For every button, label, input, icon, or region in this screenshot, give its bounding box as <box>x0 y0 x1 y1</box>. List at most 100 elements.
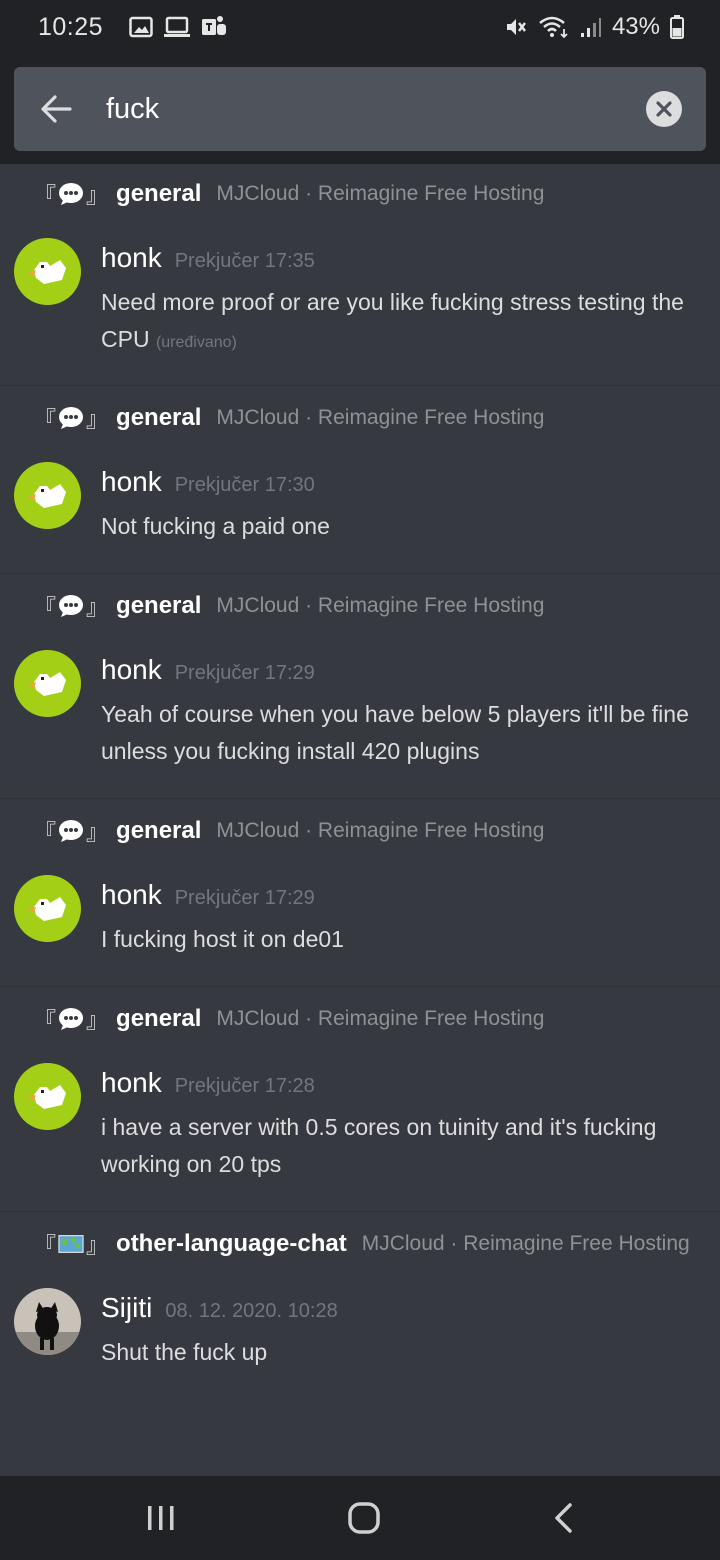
message-text: Yeah of course when you have below 5 pla… <box>101 701 689 764</box>
timestamp: 08. 12. 2020. 10:28 <box>165 1300 338 1322</box>
bracket-open: 『 <box>34 820 57 845</box>
author-line: honk Prekjučer 17:35 <box>101 242 315 274</box>
author-line: Sijiti 08. 12. 2020. 10:28 <box>101 1292 338 1324</box>
channel-name[interactable]: general <box>116 817 201 845</box>
laptop-icon <box>164 16 191 37</box>
battery-percent: 43% <box>611 13 660 40</box>
search-result[interactable]: 『 』 general MJCloud · Reimagine Free Hos… <box>0 987 720 1212</box>
search-result[interactable]: 『 』 other-language-chat MJCloud · Reimag… <box>0 1212 720 1392</box>
world-map-icon <box>58 1231 84 1257</box>
bracket-close: 』 <box>86 595 109 620</box>
gallery-icon <box>129 16 153 38</box>
author-name[interactable]: honk <box>101 466 162 498</box>
search-result[interactable]: 『 』 general MJCloud · Reimagine Free Hos… <box>0 799 720 987</box>
message-content: Not fucking a paid one <box>101 508 701 545</box>
channel-line: 『 』 general MJCloud · Reimagine Free Hos… <box>34 179 544 209</box>
guild-name: MJCloud · Reimagine Free Hosting <box>216 1007 545 1030</box>
message-text: Not fucking a paid one <box>101 513 330 539</box>
speech-bubble-icon <box>58 1006 84 1032</box>
author-name[interactable]: honk <box>101 654 162 686</box>
search-header: fuck <box>0 54 720 164</box>
wifi-icon <box>539 16 568 39</box>
channel-name[interactable]: general <box>116 180 201 208</box>
timestamp: Prekjučer 17:28 <box>174 1075 315 1097</box>
search-results: 『 』 general MJCloud · Reimagine Free Hos… <box>0 164 720 1392</box>
author-name[interactable]: honk <box>101 1067 162 1099</box>
message-text: I fucking host it on de01 <box>101 926 344 952</box>
duck-avatar <box>14 238 81 305</box>
channel-name[interactable]: general <box>116 404 201 432</box>
system-navigation-bar <box>0 1476 720 1560</box>
clear-search-button[interactable] <box>646 91 682 127</box>
author-line: honk Prekjučer 17:29 <box>101 879 315 911</box>
search-result[interactable]: 『 』 general MJCloud · Reimagine Free Hos… <box>0 386 720 574</box>
bracket-close: 』 <box>86 1008 109 1033</box>
channel-name[interactable]: general <box>116 1005 201 1033</box>
message-content: Need more proof or are you like fucking … <box>101 284 701 361</box>
duck-avatar <box>14 875 81 942</box>
author-line: honk Prekjučer 17:28 <box>101 1067 315 1099</box>
author-name[interactable]: honk <box>101 242 162 274</box>
channel-name[interactable]: general <box>116 592 201 620</box>
channel-line: 『 』 general MJCloud · Reimagine Free Hos… <box>34 403 544 433</box>
author-line: honk Prekjučer 17:29 <box>101 654 315 686</box>
avatar[interactable] <box>14 1063 81 1130</box>
bracket-close: 』 <box>86 820 109 845</box>
edited-label: (uređivano) <box>155 334 237 351</box>
bracket-open: 『 <box>34 595 57 620</box>
status-bar: 10:25 43% <box>0 0 720 54</box>
search-result[interactable]: 『 』 general MJCloud · Reimagine Free Hos… <box>0 574 720 799</box>
guild-name: MJCloud · Reimagine Free Hosting <box>216 594 545 617</box>
channel-name[interactable]: other-language-chat <box>116 1230 347 1258</box>
bracket-open: 『 <box>34 1008 57 1033</box>
avatar[interactable] <box>14 1288 81 1355</box>
message-content: I fucking host it on de01 <box>101 921 701 958</box>
bracket-close: 』 <box>86 407 109 432</box>
author-name[interactable]: honk <box>101 879 162 911</box>
bracket-open: 『 <box>34 407 57 432</box>
status-time: 10:25 <box>38 12 104 41</box>
search-bar[interactable]: fuck <box>14 67 706 151</box>
bracket-close: 』 <box>86 1233 109 1258</box>
signal-icon <box>580 18 601 37</box>
close-icon <box>656 101 672 117</box>
message-content: i have a server with 0.5 cores on tuinit… <box>101 1109 701 1183</box>
speech-bubble-icon <box>58 181 84 207</box>
teams-icon <box>202 16 227 35</box>
duck-avatar <box>14 1063 81 1130</box>
avatar[interactable] <box>14 238 81 305</box>
message-content: Yeah of course when you have below 5 pla… <box>101 696 701 770</box>
speech-bubble-icon <box>58 593 84 619</box>
bracket-open: 『 <box>34 183 57 208</box>
message-text: Shut the fuck up <box>101 1339 268 1365</box>
recent-apps-icon[interactable] <box>146 1504 176 1532</box>
speech-bubble-icon <box>58 818 84 844</box>
timestamp: Prekjučer 17:29 <box>174 887 315 909</box>
avatar[interactable] <box>14 462 81 529</box>
guild-name: MJCloud · Reimagine Free Hosting <box>216 819 545 842</box>
timestamp: Prekjučer 17:30 <box>174 474 315 496</box>
channel-line: 『 』 general MJCloud · Reimagine Free Hos… <box>34 816 544 846</box>
author-name[interactable]: Sijiti <box>101 1292 152 1324</box>
black-cat-avatar <box>14 1288 81 1355</box>
back-arrow-icon[interactable] <box>40 94 72 124</box>
message-content: Shut the fuck up <box>101 1334 701 1371</box>
home-icon[interactable] <box>347 1501 381 1535</box>
back-icon[interactable] <box>552 1502 574 1534</box>
timestamp: Prekjučer 17:29 <box>174 662 315 684</box>
message-text: i have a server with 0.5 cores on tuinit… <box>101 1114 657 1177</box>
bracket-open: 『 <box>34 1233 57 1258</box>
search-input[interactable]: fuck <box>106 93 646 126</box>
channel-line: 『 』 other-language-chat MJCloud · Reimag… <box>34 1229 690 1259</box>
author-line: honk Prekjučer 17:30 <box>101 466 315 498</box>
duck-avatar <box>14 462 81 529</box>
guild-name: MJCloud · Reimagine Free Hosting <box>361 1232 690 1255</box>
mute-icon <box>506 19 526 35</box>
speech-bubble-icon <box>58 405 84 431</box>
search-result[interactable]: 『 』 general MJCloud · Reimagine Free Hos… <box>0 164 720 386</box>
guild-name: MJCloud · Reimagine Free Hosting <box>216 182 545 205</box>
channel-line: 『 』 general MJCloud · Reimagine Free Hos… <box>34 591 544 621</box>
avatar[interactable] <box>14 650 81 717</box>
channel-line: 『 』 general MJCloud · Reimagine Free Hos… <box>34 1004 544 1034</box>
avatar[interactable] <box>14 875 81 942</box>
